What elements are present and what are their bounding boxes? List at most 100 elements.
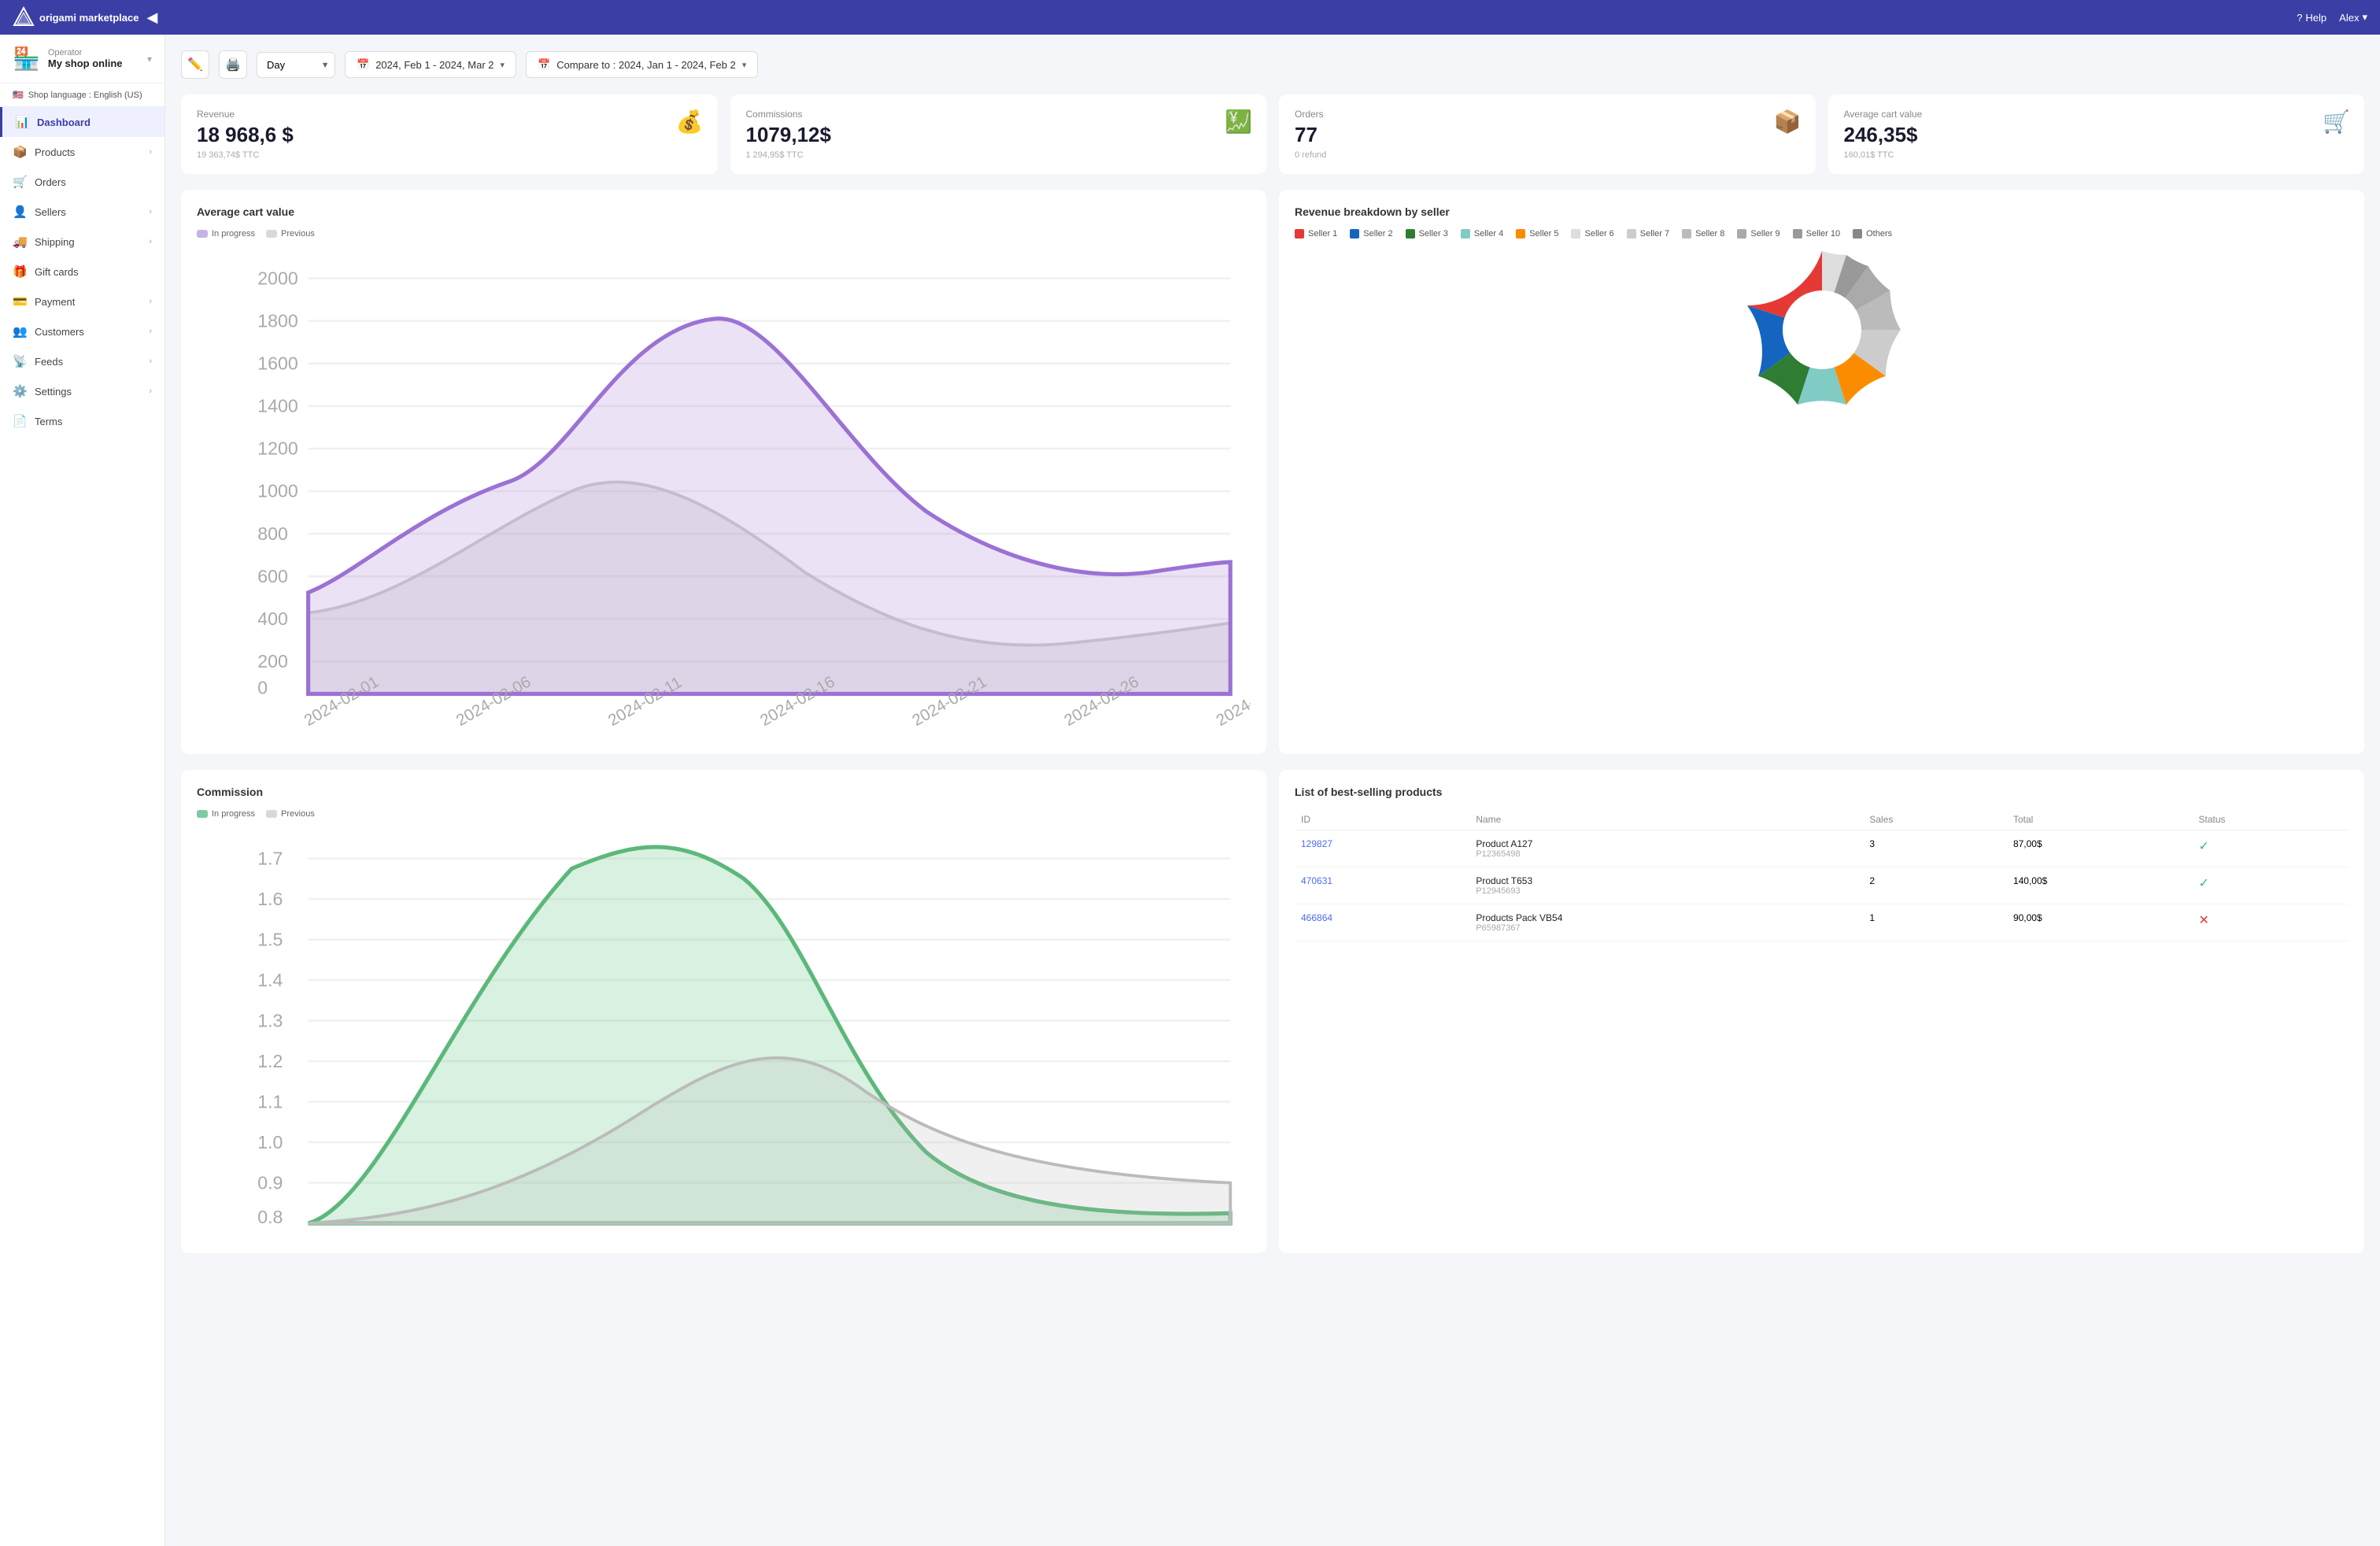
logo-icon bbox=[13, 6, 35, 28]
kpi-revenue: Revenue 18 968,6 $ 19 363,74$ TTC 💰 bbox=[181, 94, 718, 174]
user-label: Alex bbox=[2339, 12, 2359, 24]
seller-legend-10: Seller 10 bbox=[1793, 229, 1840, 239]
operator-label: Operator bbox=[48, 48, 139, 57]
sidebar-item-sellers[interactable]: 👤 Sellers › bbox=[0, 197, 164, 227]
orders-icon: 📦 bbox=[1774, 109, 1802, 135]
products-icon: 📦 bbox=[13, 145, 27, 159]
date-chevron-icon: ▾ bbox=[501, 60, 505, 70]
operator-section[interactable]: 🏪 Operator My shop online ▾ bbox=[0, 35, 164, 83]
operator-icon: 🏪 bbox=[13, 46, 40, 72]
legend-in-progress: In progress bbox=[197, 229, 255, 239]
edit-button[interactable]: ✏️ bbox=[181, 50, 209, 79]
operator-chevron-icon: ▾ bbox=[147, 54, 152, 65]
row-2-sales: 2 bbox=[1863, 867, 2007, 904]
sidebar-item-settings[interactable]: ⚙️ Settings › bbox=[0, 376, 164, 406]
sidebar-item-terms[interactable]: 📄 Terms bbox=[0, 406, 164, 436]
commissions-value: 1079,12$ bbox=[746, 123, 1251, 147]
commissions-label: Commissions bbox=[746, 109, 1251, 120]
sidebar-label-customers: Customers bbox=[35, 326, 84, 338]
row-2-total: 140,00$ bbox=[2007, 867, 2193, 904]
row-3-id[interactable]: 466864 bbox=[1295, 904, 1469, 941]
svg-text:0.8: 0.8 bbox=[257, 1207, 283, 1227]
date-range-picker[interactable]: 📅 2024, Feb 1 - 2024, Mar 2 ▾ bbox=[345, 51, 516, 78]
settings-icon: ⚙️ bbox=[13, 384, 27, 398]
seller-legend-2: Seller 2 bbox=[1350, 229, 1392, 239]
date-range-label: 2024, Feb 1 - 2024, Mar 2 bbox=[375, 59, 493, 71]
legend-previous-label: Previous bbox=[281, 229, 315, 239]
legend-dot-in-progress bbox=[197, 230, 208, 238]
row-2-id[interactable]: 470631 bbox=[1295, 867, 1469, 904]
svg-text:0.9: 0.9 bbox=[257, 1172, 283, 1193]
sidebar-item-customers[interactable]: 👥 Customers › bbox=[0, 316, 164, 346]
seller-legend-7: Seller 7 bbox=[1627, 229, 1669, 239]
revenue-value: 18 968,6 $ bbox=[197, 123, 702, 147]
row-3-status: ✕ bbox=[2193, 904, 2349, 941]
col-header-status: Status bbox=[2193, 809, 2349, 830]
sidebar-label-feeds: Feeds bbox=[35, 356, 63, 368]
help-label: Help bbox=[2305, 12, 2326, 24]
sidebar-label-terms: Terms bbox=[35, 416, 62, 427]
commission-legend-dot-in-progress bbox=[197, 810, 208, 818]
avg-cart-svg: 2000 1800 1600 1400 1200 1000 800 600 40… bbox=[197, 248, 1251, 734]
sidebar-item-dashboard[interactable]: 📊 Dashboard bbox=[0, 107, 164, 137]
sidebar-label-sellers: Sellers bbox=[35, 206, 66, 218]
best-sellers-table: ID Name Sales Total Status 129827 Produc… bbox=[1295, 809, 2349, 941]
row-1-product-name: Product A127 bbox=[1476, 838, 1857, 849]
row-1-sku: P12365498 bbox=[1476, 849, 1857, 859]
compare-picker[interactable]: 📅 Compare to : 2024, Jan 1 - 2024, Feb 2… bbox=[526, 51, 758, 78]
chevron-right-icon: › bbox=[149, 386, 152, 396]
pie-container bbox=[1295, 251, 2349, 409]
svg-text:1.3: 1.3 bbox=[257, 1010, 283, 1030]
topnav: origami marketplace ◀ ? Help Alex ▾ bbox=[0, 0, 2380, 35]
row-1-status: ✓ bbox=[2193, 830, 2349, 867]
user-button[interactable]: Alex ▾ bbox=[2339, 11, 2367, 24]
sidebar-item-feeds[interactable]: 📡 Feeds › bbox=[0, 346, 164, 376]
sidebar-item-shipping[interactable]: 🚚 Shipping › bbox=[0, 227, 164, 257]
chevron-right-icon: › bbox=[149, 237, 152, 246]
dashboard-icon: 📊 bbox=[15, 115, 29, 129]
row-1-id[interactable]: 129827 bbox=[1295, 830, 1469, 867]
collapse-button[interactable]: ◀ bbox=[146, 9, 157, 26]
payment-icon: 💳 bbox=[13, 294, 27, 309]
terms-icon: 📄 bbox=[13, 414, 27, 428]
avg-cart-label: Average cart value bbox=[1844, 109, 2349, 120]
help-icon: ? bbox=[2297, 12, 2302, 24]
svg-text:1.5: 1.5 bbox=[257, 929, 283, 949]
sidebar-item-payment[interactable]: 💳 Payment › bbox=[0, 287, 164, 316]
row-1-sales: 3 bbox=[1863, 830, 2007, 867]
seller-4-label: Seller 4 bbox=[1474, 229, 1503, 239]
chevron-right-icon: › bbox=[149, 327, 152, 336]
commissions-icon: 💹 bbox=[1225, 109, 1252, 135]
svg-text:1.2: 1.2 bbox=[257, 1051, 283, 1071]
revenue-icon: 💰 bbox=[676, 109, 704, 135]
brand-name: origami marketplace bbox=[39, 12, 139, 24]
customers-icon: 👥 bbox=[13, 324, 27, 338]
chevron-right-icon: › bbox=[149, 207, 152, 216]
seller-8-dot bbox=[1682, 229, 1691, 239]
language-selector[interactable]: 🇺🇸 Shop language : English (US) bbox=[0, 83, 164, 107]
print-button[interactable]: 🖨️ bbox=[219, 50, 247, 79]
seller-7-label: Seller 7 bbox=[1640, 229, 1669, 239]
svg-text:1.4: 1.4 bbox=[257, 970, 283, 990]
commission-legend-previous: Previous bbox=[266, 809, 315, 819]
col-header-sales: Sales bbox=[1863, 809, 2007, 830]
sidebar-item-orders[interactable]: 🛒 Orders bbox=[0, 167, 164, 197]
row-2-status: ✓ bbox=[2193, 867, 2349, 904]
seller-legend-6: Seller 6 bbox=[1571, 229, 1613, 239]
sidebar-item-giftcards[interactable]: 🎁 Gift cards bbox=[0, 257, 164, 287]
others-dot bbox=[1853, 229, 1862, 239]
compare-label: Compare to : 2024, Jan 1 - 2024, Feb 2 bbox=[556, 59, 736, 71]
revenue-sub: 19 363,74$ TTC bbox=[197, 150, 702, 160]
chevron-right-icon: › bbox=[149, 147, 152, 157]
help-button[interactable]: ? Help bbox=[2297, 12, 2326, 24]
sidebar-item-products[interactable]: 📦 Products › bbox=[0, 137, 164, 167]
seller-legends: Seller 1 Seller 2 Seller 3 Seller 4 bbox=[1295, 229, 2349, 239]
svg-text:200: 200 bbox=[257, 651, 288, 671]
toolbar: ✏️ 🖨️ Day Week Month Year ▾ 📅 2024, Feb … bbox=[181, 50, 2364, 79]
seller-3-label: Seller 3 bbox=[1419, 229, 1448, 239]
period-select[interactable]: Day Week Month Year bbox=[257, 52, 335, 78]
row-3-sales: 1 bbox=[1863, 904, 2007, 941]
pie-chart-svg bbox=[1743, 251, 1901, 409]
others-label: Others bbox=[1866, 229, 1892, 239]
seller-legend-3: Seller 3 bbox=[1406, 229, 1448, 239]
